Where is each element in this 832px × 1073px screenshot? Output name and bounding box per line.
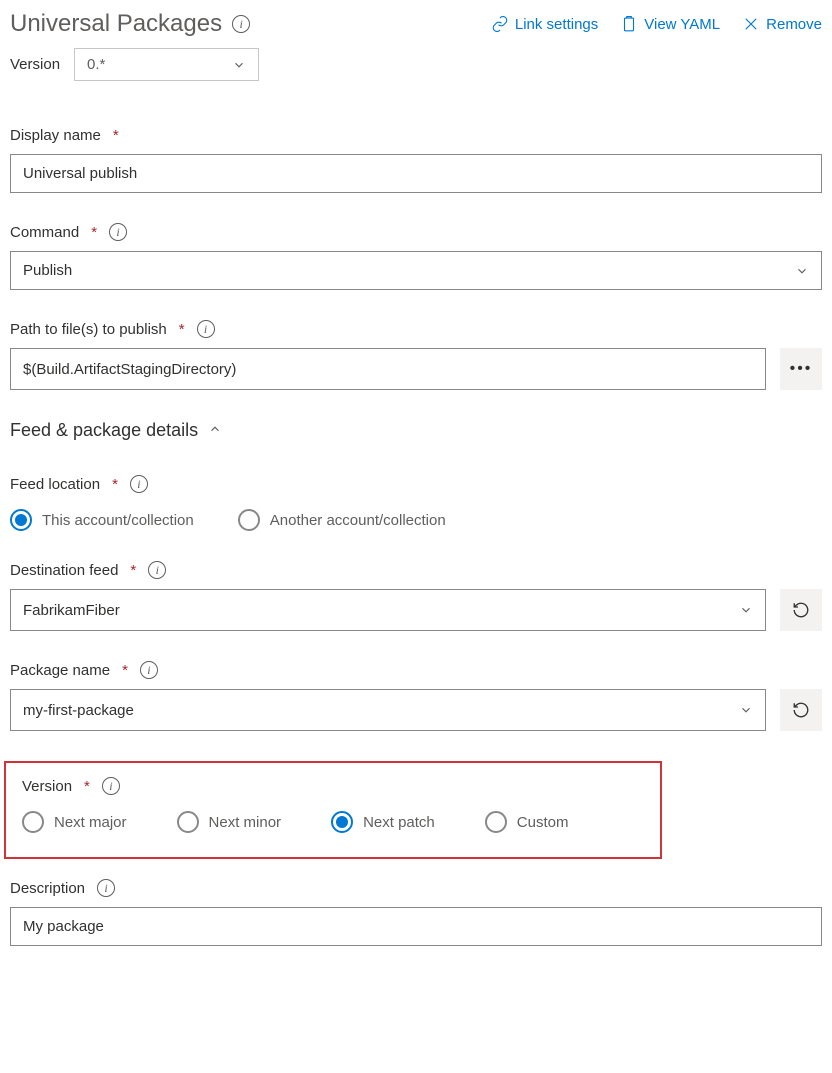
required-mark: *	[112, 476, 118, 493]
link-settings-button[interactable]: Link settings	[491, 15, 598, 33]
refresh-icon	[792, 701, 810, 719]
info-icon[interactable]: i	[109, 223, 127, 241]
display-name-label: Display name	[10, 127, 101, 144]
radio-label: Another account/collection	[270, 512, 446, 529]
path-label: Path to file(s) to publish	[10, 321, 167, 338]
version-label: Version	[22, 778, 72, 795]
radio-label: Custom	[517, 814, 569, 831]
destination-feed-select[interactable]: FabrikamFiber	[10, 589, 766, 631]
view-yaml-label: View YAML	[644, 16, 720, 33]
version-minor-radio[interactable]: Next minor	[177, 811, 282, 833]
radio-icon	[238, 509, 260, 531]
package-name-label: Package name	[10, 662, 110, 679]
required-mark: *	[130, 562, 136, 579]
clipboard-icon	[620, 15, 638, 33]
feed-location-another-radio[interactable]: Another account/collection	[238, 509, 446, 531]
version-selector[interactable]: 0.*	[74, 48, 259, 81]
destination-feed-label: Destination feed	[10, 562, 118, 579]
refresh-button[interactable]	[780, 689, 822, 731]
info-icon[interactable]: i	[140, 661, 158, 679]
section-title: Feed & package details	[10, 420, 198, 441]
radio-icon	[485, 811, 507, 833]
info-icon[interactable]: i	[232, 15, 250, 33]
remove-label: Remove	[766, 16, 822, 33]
package-name-select[interactable]: my-first-package	[10, 689, 766, 731]
chevron-down-icon	[739, 603, 753, 617]
version-highlight-box: Version * i Next major Next minor Next p…	[4, 761, 662, 859]
required-mark: *	[122, 662, 128, 679]
refresh-button[interactable]	[780, 589, 822, 631]
section-toggle[interactable]: Feed & package details	[10, 420, 822, 445]
path-input[interactable]	[10, 348, 766, 390]
version-patch-radio[interactable]: Next patch	[331, 811, 435, 833]
chevron-down-icon	[232, 58, 246, 72]
chevron-down-icon	[795, 264, 809, 278]
version-major-radio[interactable]: Next major	[22, 811, 127, 833]
version-selector-value: 0.*	[87, 56, 105, 73]
display-name-input[interactable]	[10, 154, 822, 193]
chevron-up-icon	[208, 420, 222, 441]
radio-label: This account/collection	[42, 512, 194, 529]
info-icon[interactable]: i	[148, 561, 166, 579]
close-icon	[742, 15, 760, 33]
radio-label: Next patch	[363, 814, 435, 831]
radio-label: Next minor	[209, 814, 282, 831]
required-mark: *	[179, 321, 185, 338]
page-title: Universal Packages	[10, 10, 222, 38]
version-custom-radio[interactable]: Custom	[485, 811, 569, 833]
link-settings-label: Link settings	[515, 16, 598, 33]
browse-button[interactable]: •••	[780, 348, 822, 390]
required-mark: *	[113, 127, 119, 144]
command-select[interactable]: Publish	[10, 251, 822, 290]
feed-location-label: Feed location	[10, 476, 100, 493]
description-label: Description	[10, 880, 85, 897]
radio-label: Next major	[54, 814, 127, 831]
description-input[interactable]	[10, 907, 822, 946]
info-icon[interactable]: i	[130, 475, 148, 493]
info-icon[interactable]: i	[97, 879, 115, 897]
radio-icon	[331, 811, 353, 833]
required-mark: *	[91, 224, 97, 241]
command-label: Command	[10, 224, 79, 241]
info-icon[interactable]: i	[197, 320, 215, 338]
version-selector-label: Version	[10, 56, 60, 73]
command-select-value: Publish	[23, 262, 72, 279]
link-icon	[491, 15, 509, 33]
info-icon[interactable]: i	[102, 777, 120, 795]
refresh-icon	[792, 601, 810, 619]
radio-icon	[177, 811, 199, 833]
remove-button[interactable]: Remove	[742, 15, 822, 33]
chevron-down-icon	[739, 703, 753, 717]
package-name-value: my-first-package	[23, 702, 134, 719]
radio-icon	[22, 811, 44, 833]
view-yaml-button[interactable]: View YAML	[620, 15, 720, 33]
feed-location-this-radio[interactable]: This account/collection	[10, 509, 194, 531]
radio-icon	[10, 509, 32, 531]
destination-feed-value: FabrikamFiber	[23, 602, 120, 619]
ellipsis-icon: •••	[790, 360, 813, 378]
required-mark: *	[84, 778, 90, 795]
